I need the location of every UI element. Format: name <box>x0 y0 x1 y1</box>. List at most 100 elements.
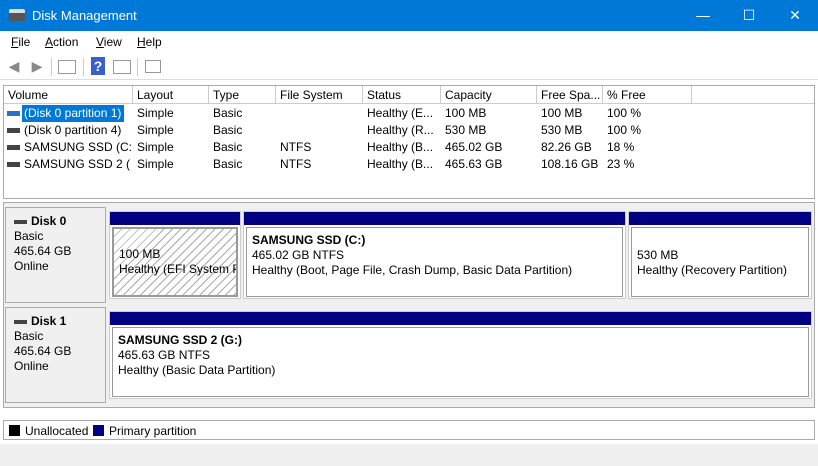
table-cell: (Disk 0 partition 4) <box>24 123 122 137</box>
partition-size: 530 MB <box>637 248 679 262</box>
table-cell: Healthy (E... <box>367 106 434 120</box>
partition-title: SAMSUNG SSD 2 (G:) <box>118 333 243 347</box>
disk-state: Online <box>14 259 49 273</box>
volume-icon <box>7 145 20 150</box>
menu-help[interactable]: Help <box>137 35 162 49</box>
partition-block[interactable]: SAMSUNG SSD (C:) 465.02 GB NTFS Healthy … <box>243 211 626 299</box>
table-row[interactable]: SAMSUNG SSD 2 (... Simple Basic NTFS Healthy… <box>4 156 694 173</box>
column-header-type[interactable]: Type <box>209 86 276 104</box>
disk-name: Disk 1 <box>14 314 97 329</box>
partition-block[interactable]: SAMSUNG SSD 2 (G:) 465.63 GB NTFS Health… <box>109 311 812 399</box>
table-cell: 465.02 GB <box>445 140 503 154</box>
status-bar <box>0 444 818 466</box>
table-cell: Simple <box>137 140 174 154</box>
partition-details: 100 MB Healthy (EFI System Pa <box>112 227 238 297</box>
table-cell <box>278 105 361 122</box>
table-cell: Healthy (R... <box>367 123 434 137</box>
table-cell: 530 MB <box>445 123 487 137</box>
partition-bar <box>110 312 811 325</box>
toolbar-divider <box>137 58 138 76</box>
column-header-file-system[interactable]: File System <box>276 86 363 104</box>
column-header-status[interactable]: Status <box>363 86 441 104</box>
menu-bar: File Action View Help <box>0 31 818 53</box>
table-cell: Basic <box>213 140 243 154</box>
partition-block[interactable]: 530 MB Healthy (Recovery Partition) <box>628 211 812 299</box>
disk-state: Online <box>14 359 49 373</box>
table-cell: 18 % <box>607 140 635 154</box>
forward-arrow-icon[interactable]: ▶ <box>27 57 47 75</box>
table-cell: (Disk 0 partition 1) <box>22 105 125 122</box>
action-pane-icon[interactable] <box>113 60 131 74</box>
legend-primary-partition: Primary partition <box>109 424 197 438</box>
toolbar-divider <box>83 58 84 76</box>
partition-bar <box>244 212 625 225</box>
partition-status: Healthy (EFI System Pa <box>119 262 238 276</box>
partition-size: 100 MB <box>119 247 161 261</box>
partition-details: SAMSUNG SSD 2 (G:) 465.63 GB NTFS Health… <box>112 327 809 397</box>
volume-icon <box>7 162 20 167</box>
column-header-layout[interactable]: Layout <box>133 86 209 104</box>
table-cell: Healthy (B... <box>367 140 434 154</box>
toolbar-divider <box>51 58 52 76</box>
disk-label-1[interactable]: Disk 1 Basic 465.64 GB Online <box>5 307 106 403</box>
disk-icon <box>14 219 27 224</box>
table-row[interactable]: (Disk 0 partition 4) Simple Basic Healthy (… <box>4 122 694 139</box>
table-cell: Simple <box>137 106 174 120</box>
table-cell: 100 % <box>607 123 642 137</box>
partition-details: SAMSUNG SSD (C:) 465.02 GB NTFS Healthy … <box>246 227 623 297</box>
legend-swatch-primary <box>93 425 104 436</box>
menu-view[interactable]: View <box>96 35 122 49</box>
help-icon[interactable]: ? <box>91 57 105 75</box>
column-header-percent-free[interactable]: % Free <box>603 86 692 104</box>
table-cell: 23 % <box>607 157 635 171</box>
volume-icon <box>7 111 20 116</box>
partition-status: Healthy (Recovery Partition) <box>637 263 788 277</box>
table-cell: 100 MB <box>445 106 487 120</box>
table-cell: SAMSUNG SSD (C:) <box>24 140 131 154</box>
table-cell: Healthy (B... <box>367 157 434 171</box>
column-header-free-space[interactable]: Free Spa... <box>537 86 603 104</box>
disk-label-0[interactable]: Disk 0 Basic 465.64 GB Online <box>5 207 106 303</box>
menu-action[interactable]: Action <box>45 35 78 49</box>
table-cell: Basic <box>213 106 243 120</box>
table-cell: Basic <box>213 157 243 171</box>
disk-graphical-view: Disk 0 Basic 465.64 GB Online 100 MB Hea… <box>3 202 815 408</box>
disk-size: 465.64 GB <box>14 344 72 358</box>
back-arrow-icon[interactable]: ◀ <box>4 57 24 75</box>
disk-type: Basic <box>14 329 44 343</box>
console-tree-icon[interactable] <box>58 60 76 74</box>
properties-icon[interactable] <box>145 60 161 73</box>
window-title: Disk Management <box>32 8 137 23</box>
table-cell: 108.16 GB <box>541 157 599 171</box>
disk-type: Basic <box>14 229 44 243</box>
partition-status: Healthy (Basic Data Partition) <box>118 363 276 377</box>
table-cell: SAMSUNG SSD 2 (... <box>24 157 131 171</box>
table-cell: 100 % <box>607 106 642 120</box>
close-button[interactable]: ✕ <box>772 0 818 31</box>
legend-swatch-unallocated <box>9 425 20 436</box>
table-cell: Simple <box>137 157 174 171</box>
disk-name-text: Disk 1 <box>31 314 67 328</box>
partition-details: 530 MB Healthy (Recovery Partition) <box>631 227 809 297</box>
table-cell: 82.26 GB <box>541 140 592 154</box>
partition-title: SAMSUNG SSD (C:) <box>252 233 366 247</box>
column-header-empty <box>692 86 814 104</box>
column-header-capacity[interactable]: Capacity <box>441 86 537 104</box>
partition-size: 465.02 GB NTFS <box>252 248 345 262</box>
partition-status: Healthy (Boot, Page File, Crash Dump, Ba… <box>252 263 573 277</box>
minimize-button[interactable]: — <box>680 0 726 31</box>
disk-size: 465.64 GB <box>14 244 72 258</box>
maximize-button[interactable]: ☐ <box>726 0 772 31</box>
partition-block[interactable]: 100 MB Healthy (EFI System Pa <box>109 211 241 299</box>
table-cell: 530 MB <box>541 123 583 137</box>
table-cell: Simple <box>137 123 174 137</box>
disk-name: Disk 0 <box>14 214 97 229</box>
column-header-volume[interactable]: Volume <box>4 86 133 104</box>
partition-size: 465.63 GB NTFS <box>118 348 211 362</box>
table-row[interactable]: SAMSUNG SSD (C:) Simple Basic NTFS Healthy (… <box>4 139 694 156</box>
legend-unallocated: Unallocated <box>25 424 89 438</box>
table-cell: NTFS <box>280 157 312 171</box>
partition-bar <box>110 212 240 225</box>
table-row[interactable]: (Disk 0 partition 1) Simple Basic Healthy (… <box>4 105 694 122</box>
menu-file[interactable]: File <box>11 35 30 49</box>
